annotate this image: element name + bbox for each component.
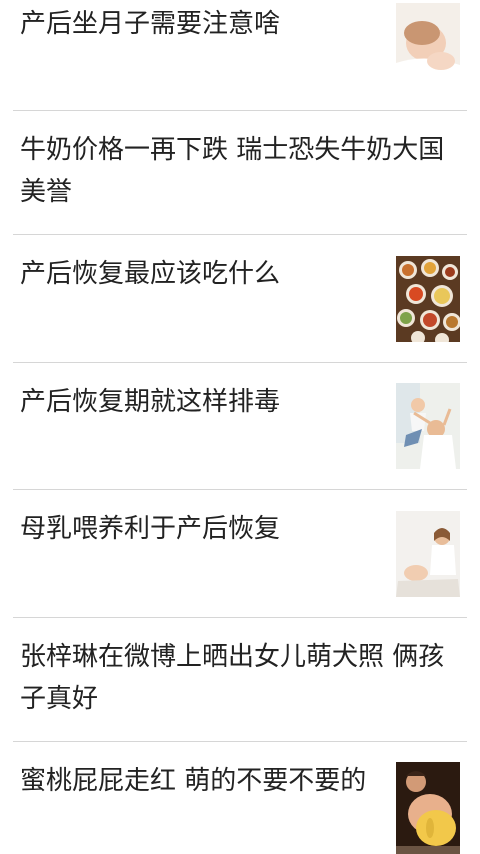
mother-with-baby-image: [396, 511, 460, 597]
article-title[interactable]: 蜜桃屁屁走红 萌的不要不要的: [20, 760, 375, 802]
article-title[interactable]: 产后恢复最应该吃什么: [20, 253, 375, 295]
article-title[interactable]: 产后恢复期就这样排毒: [20, 381, 375, 423]
food-dishes-image: [396, 256, 460, 342]
list-item[interactable]: 张梓琳在微博上晒出女儿萌犬照 俩孩子真好: [0, 618, 480, 741]
mother-baby-sleeping-image: [396, 3, 460, 89]
mother-lifting-baby-image: [396, 383, 460, 469]
article-thumbnail[interactable]: [396, 511, 460, 597]
article-thumbnail[interactable]: [396, 762, 460, 854]
article-title[interactable]: 张梓琳在微博上晒出女儿萌犬照 俩孩子真好: [20, 636, 460, 720]
list-item[interactable]: 牛奶价格一再下跌 瑞士恐失牛奶大国美誉: [0, 111, 480, 234]
article-title[interactable]: 母乳喂养利于产后恢复: [20, 508, 375, 550]
list-item[interactable]: 产后恢复最应该吃什么: [0, 235, 480, 362]
list-item[interactable]: 母乳喂养利于产后恢复: [0, 490, 480, 617]
list-item[interactable]: 蜜桃屁屁走红 萌的不要不要的: [0, 742, 480, 854]
article-thumbnail[interactable]: [396, 383, 460, 469]
news-feed: 产后坐月子需要注意啥 牛奶价格一再下跌 瑞士恐失牛奶大国美誉 产后恢复最应该吃什…: [0, 0, 480, 854]
article-thumbnail[interactable]: [396, 256, 460, 342]
article-thumbnail[interactable]: [396, 3, 460, 89]
list-item[interactable]: 产后恢复期就这样排毒: [0, 363, 480, 490]
article-title[interactable]: 牛奶价格一再下跌 瑞士恐失牛奶大国美誉: [20, 129, 460, 213]
list-item[interactable]: 产后坐月子需要注意啥: [0, 0, 480, 110]
article-title[interactable]: 产后坐月子需要注意啥: [20, 3, 375, 45]
baby-crawling-image: [396, 762, 460, 854]
